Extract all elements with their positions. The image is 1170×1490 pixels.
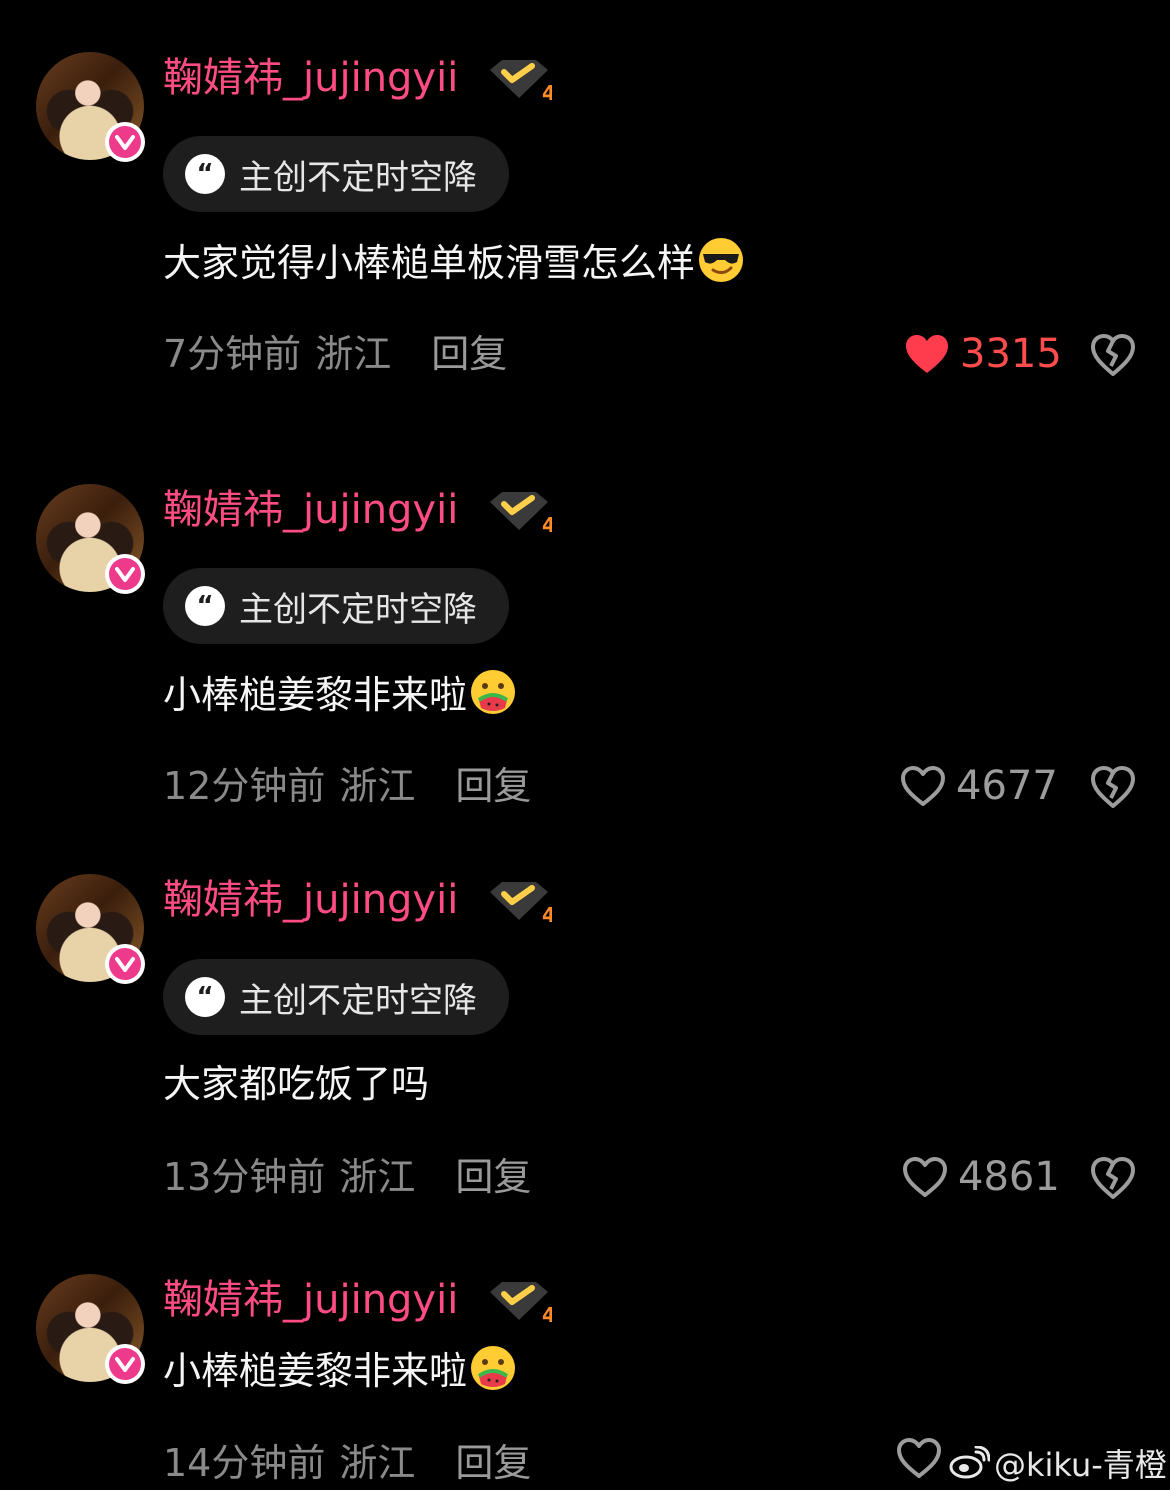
like-button[interactable]: 3315 [904, 328, 1062, 380]
watermelon-eating-emoji-icon [471, 1346, 516, 1390]
comment-region: 浙江 [339, 764, 416, 808]
comment-time: 13分钟前 [163, 1155, 326, 1199]
svg-text:4: 4 [542, 513, 552, 534]
broken-heart-icon[interactable] [1090, 764, 1136, 810]
username[interactable]: 鞠婧祎_jujingyii [163, 1274, 458, 1326]
comment-region: 浙江 [339, 1441, 416, 1485]
like-count: 4861 [958, 1154, 1060, 1200]
weibo-icon [949, 1446, 990, 1479]
creator-tag: “ 主创不定时空降 [163, 959, 509, 1035]
comment-time: 12分钟前 [163, 764, 326, 808]
quote-bubble-icon: “ [185, 154, 225, 194]
heart-outline-icon [901, 766, 945, 806]
svg-text:4: 4 [542, 1303, 552, 1324]
username[interactable]: 鞠婧祎_jujingyii [163, 874, 458, 926]
heart-outline-icon [903, 1157, 947, 1197]
watermark-text: @kiku-青橙 [994, 1446, 1167, 1484]
comment-text: 小棒槌姜黎非来啦 [163, 1344, 517, 1397]
quote-bubble-icon: “ [185, 586, 225, 626]
comment-time: 14分钟前 [163, 1441, 326, 1485]
broken-heart-icon[interactable] [1090, 1155, 1136, 1201]
verified-badge-icon [105, 554, 145, 594]
heart-filled-icon [906, 335, 948, 373]
creator-tag-label: 主创不定时空降 [239, 157, 477, 198]
svg-text:4: 4 [542, 81, 552, 102]
comment-list: 鞠婧祎_jujingyii 4 “ 主创不定时空降 大家觉得小棒槌单板滑雪怎么样… [0, 0, 1170, 1490]
like-button[interactable] [896, 1437, 952, 1479]
creator-tag: “ 主创不定时空降 [163, 136, 509, 212]
level-badge-icon: 4 [490, 882, 552, 924]
like-button[interactable]: 4677 [900, 760, 1058, 812]
username[interactable]: 鞠婧祎_jujingyii [163, 484, 458, 536]
svg-text:4: 4 [542, 903, 552, 924]
comment-meta: 7分钟前 浙江 回复 [163, 328, 507, 380]
comment-text: 大家觉得小棒槌单板滑雪怎么样 [163, 236, 745, 289]
reply-button[interactable]: 回复 [455, 764, 531, 808]
watermelon-eating-emoji-icon [471, 670, 516, 714]
username[interactable]: 鞠婧祎_jujingyii [163, 52, 458, 104]
like-button[interactable]: 4861 [902, 1151, 1060, 1203]
heart-outline-icon [897, 1438, 941, 1478]
comment-text: 大家都吃饭了吗 [163, 1062, 430, 1106]
weibo-watermark: @kiku-青橙 [948, 1440, 1167, 1486]
sunglasses-emoji-icon [699, 238, 744, 282]
level-badge-icon: 4 [490, 60, 552, 102]
level-badge-icon: 4 [490, 492, 552, 534]
comment-meta: 13分钟前 浙江 回复 [163, 1151, 531, 1203]
broken-heart-icon[interactable] [1090, 332, 1136, 378]
like-count: 3315 [960, 331, 1062, 377]
creator-tag-label: 主创不定时空降 [239, 980, 477, 1021]
comment-meta: 12分钟前 浙江 回复 [163, 760, 531, 812]
comment-region: 浙江 [315, 332, 392, 376]
level-badge-icon: 4 [490, 1282, 552, 1324]
comment-time: 7分钟前 [163, 332, 302, 376]
quote-bubble-icon: “ [185, 977, 225, 1017]
creator-tag-label: 主创不定时空降 [239, 589, 477, 630]
comment-region: 浙江 [339, 1155, 416, 1199]
verified-badge-icon [105, 1344, 145, 1384]
reply-button[interactable]: 回复 [431, 332, 507, 376]
verified-badge-icon [105, 944, 145, 984]
like-count: 4677 [956, 763, 1058, 809]
comment-text: 小棒槌姜黎非来啦 [163, 668, 517, 721]
reply-button[interactable]: 回复 [455, 1155, 531, 1199]
comment-meta: 14分钟前 浙江 回复 [163, 1437, 531, 1489]
verified-badge-icon [105, 122, 145, 162]
creator-tag: “ 主创不定时空降 [163, 568, 509, 644]
reply-button[interactable]: 回复 [455, 1441, 531, 1485]
